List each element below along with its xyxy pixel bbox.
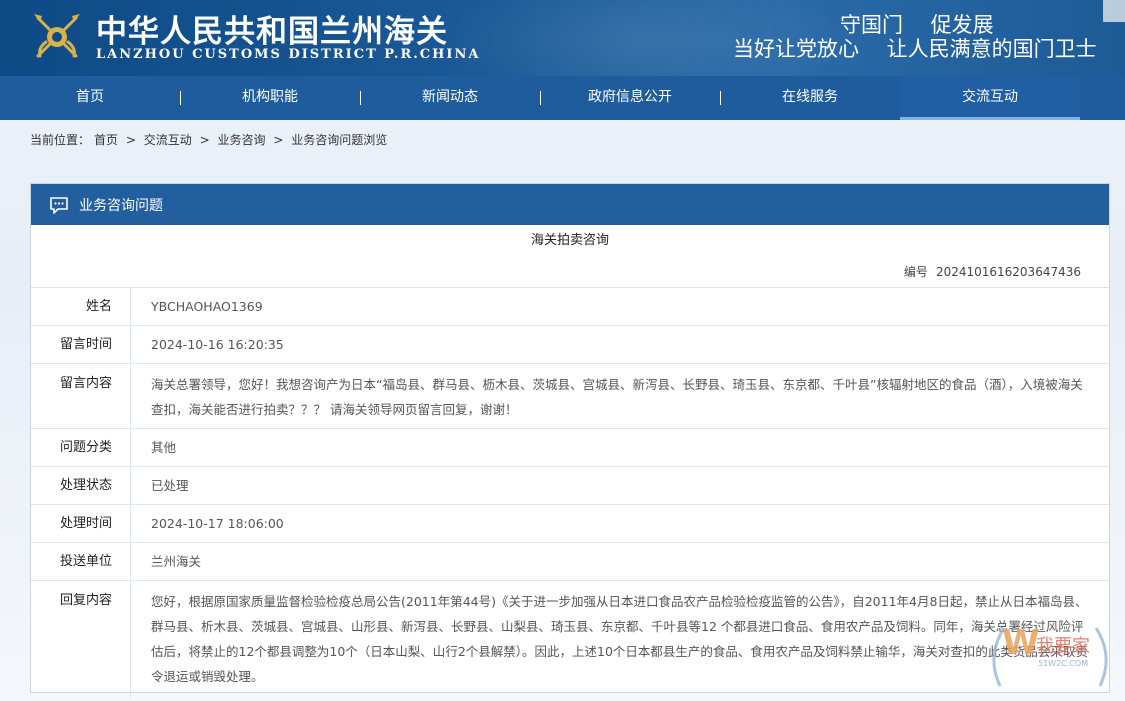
panel-header: 业务咨询问题	[31, 184, 1109, 225]
field-label: 留言时间	[31, 326, 131, 363]
site-title-en: LANZHOU CUSTOMS DISTRICT P.R.CHINA	[96, 47, 481, 62]
svg-text:W: W	[1002, 623, 1040, 663]
field-value: YBCHAOHAO1369	[151, 299, 263, 314]
question-title: 海关拍卖咨询	[530, 233, 609, 248]
nav-item-interaction[interactable]: 交流互动	[900, 76, 1080, 120]
field-row-handle-time: 处理时间 2024-10-17 18:06:00	[31, 505, 1109, 543]
field-label: 处理时间	[31, 505, 131, 542]
number-value: 2024101616203647436	[935, 265, 1081, 279]
field-row-reply: 回复内容 您好，根据原国家质量监督检验检疫总局公告(2011年第44号)《关于进…	[31, 581, 1109, 697]
consultation-panel: 业务咨询问题 海关拍卖咨询 编号 2024101616203647436 姓名 Y…	[30, 183, 1110, 697]
nav-label: 交流互动	[962, 89, 1018, 105]
field-value: 已处理	[151, 478, 189, 493]
breadcrumb-consult[interactable]: 业务咨询	[217, 133, 265, 147]
watermark-logo-icon: W 我要家 51W2C.COM	[992, 623, 1108, 687]
main-nav: 首页 机构职能 新闻动态 政府信息公开 在线服务 交流互动	[0, 76, 1125, 120]
breadcrumb-separator: >	[199, 133, 210, 147]
field-value: 海关总署领导，您好！我想咨询产为日本“福岛县、群马县、枥木县、茨城县、宫城县、新…	[151, 377, 1083, 417]
breadcrumb-separator: >	[125, 133, 136, 147]
watermark-brand: 我要家	[1036, 636, 1090, 657]
field-label: 留言内容	[31, 364, 131, 428]
customs-emblem-icon[interactable]	[26, 6, 88, 68]
field-row-category: 问题分类 其他	[31, 429, 1109, 467]
nav-item-news[interactable]: 新闻动态	[360, 76, 541, 120]
breadcrumb-current: 业务咨询问题浏览	[291, 133, 388, 147]
breadcrumb-interaction[interactable]: 交流互动	[144, 133, 192, 147]
message-icon	[50, 196, 68, 214]
nav-label: 首页	[76, 89, 104, 105]
breadcrumb: 当前位置： 首页 > 交流互动 > 业务咨询 > 业务咨询问题浏览	[30, 131, 391, 148]
watermark-domain: 51W2C.COM	[1038, 659, 1088, 668]
field-label: 姓名	[31, 288, 131, 325]
site-header: 中华人民共和国兰州海关 LANZHOU CUSTOMS DISTRICT P.R…	[0, 0, 1125, 76]
field-value: 2024-10-17 18:06:00	[151, 516, 284, 531]
field-row-unit: 投送单位 兰州海关	[31, 543, 1109, 581]
nav-item-home[interactable]: 首页	[0, 76, 181, 120]
field-row-content: 留言内容 海关总署领导，您好！我想咨询产为日本“福岛县、群马县、枥木县、茨城县、…	[31, 364, 1109, 429]
number-label: 编号	[903, 265, 928, 279]
slogan-line-2: 当好让党放心 让人民满意的国门卫士	[733, 37, 1097, 61]
field-value: 2024-10-16 16:20:35	[151, 337, 284, 352]
breadcrumb-separator: >	[273, 133, 284, 147]
corner-decoration	[1103, 0, 1125, 22]
nav-label: 政府信息公开	[588, 89, 672, 105]
site-title[interactable]: 中华人民共和国兰州海关	[96, 6, 448, 51]
field-label: 问题分类	[31, 429, 131, 466]
nav-label: 在线服务	[782, 89, 838, 105]
field-label: 处理状态	[31, 467, 131, 504]
nav-label: 新闻动态	[422, 89, 478, 105]
field-label: 回复内容	[31, 581, 131, 697]
nav-filler	[1080, 76, 1125, 120]
nav-label: 机构职能	[242, 89, 298, 105]
field-row-name: 姓名 YBCHAOHAO1369	[31, 288, 1109, 326]
nav-item-gov-info[interactable]: 政府信息公开	[540, 76, 721, 120]
breadcrumb-prefix: 当前位置：	[30, 133, 91, 147]
field-value: 您好，根据原国家质量监督检验检疫总局公告(2011年第44号)《关于进一步加强从…	[151, 594, 1088, 684]
breadcrumb-home[interactable]: 首页	[94, 133, 118, 147]
nav-item-online-service[interactable]: 在线服务	[720, 76, 901, 120]
field-value: 其他	[151, 440, 177, 455]
nav-item-functions[interactable]: 机构职能	[180, 76, 361, 120]
field-row-time: 留言时间 2024-10-16 16:20:35	[31, 326, 1109, 364]
panel-heading: 业务咨询问题	[79, 197, 163, 214]
field-label: 投送单位	[31, 543, 131, 580]
field-row-status: 处理状态 已处理	[31, 467, 1109, 505]
field-value: 兰州海关	[151, 554, 202, 569]
question-number: 编号 2024101616203647436	[31, 257, 1109, 288]
